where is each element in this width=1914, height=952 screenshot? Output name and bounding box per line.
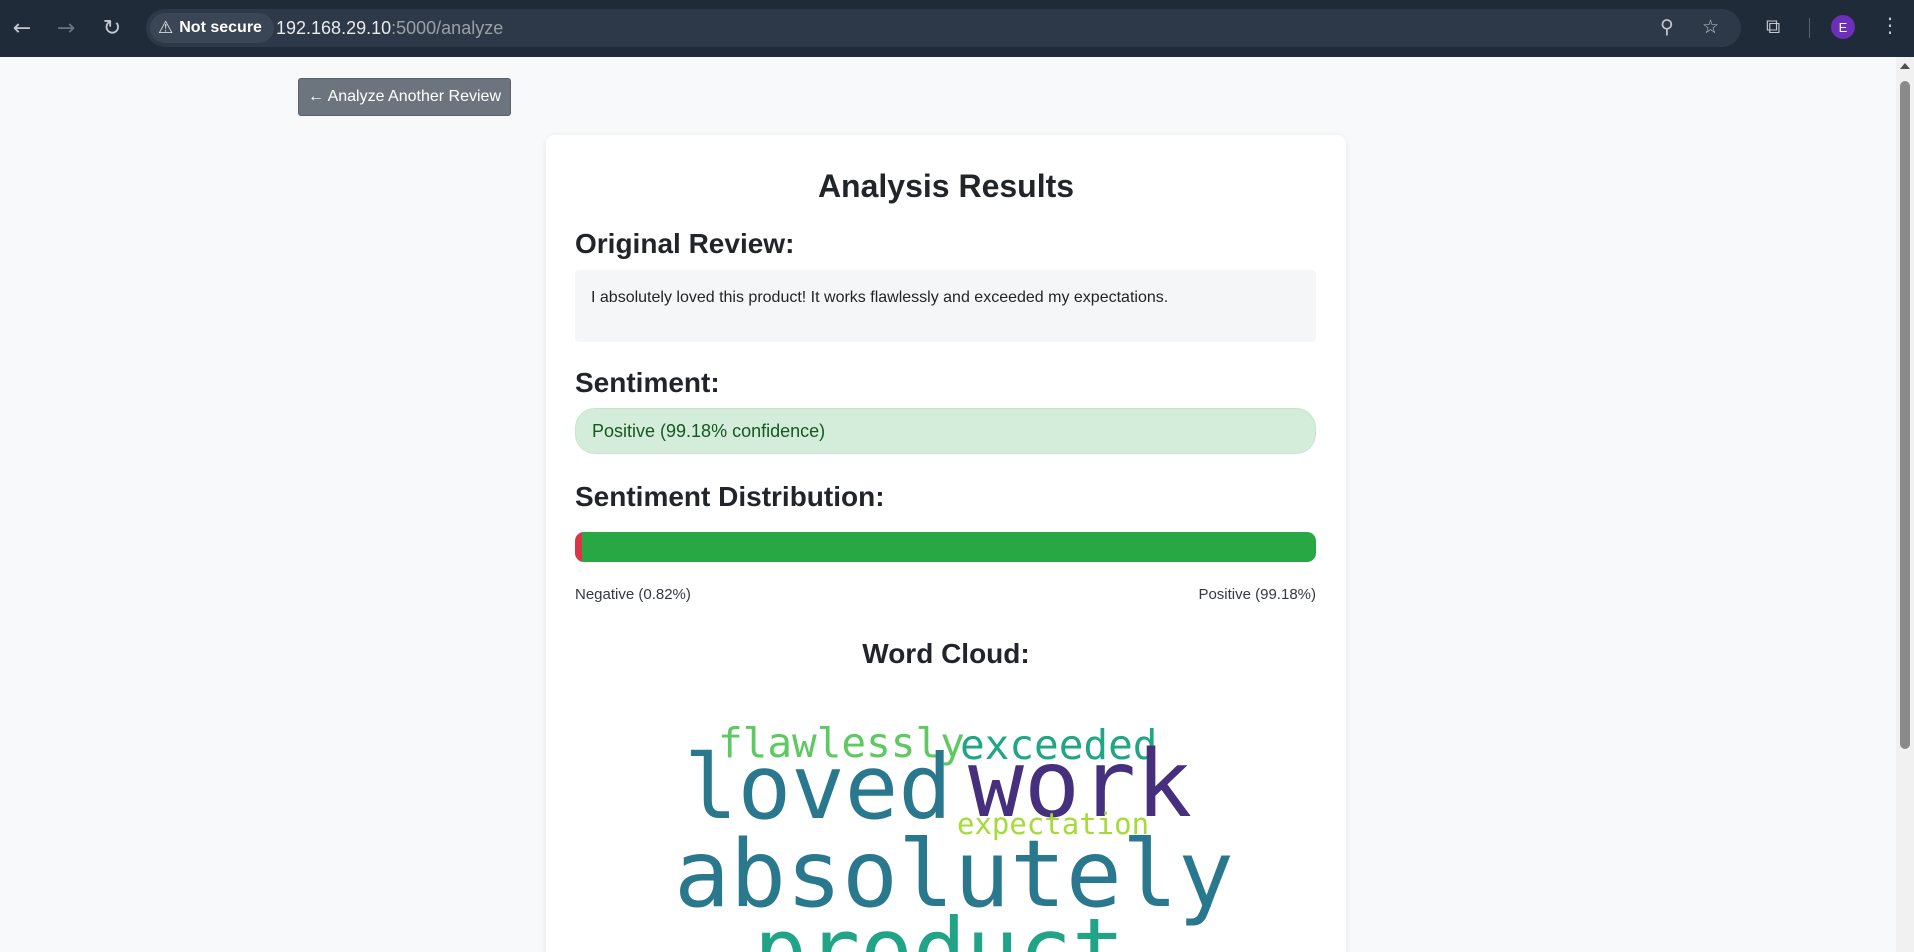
results-card: Analysis Results Original Review: I abso… bbox=[546, 135, 1346, 952]
wordcloud-word: loved bbox=[684, 735, 952, 839]
star-icon[interactable]: ☆ bbox=[1702, 16, 1719, 38]
address-bar[interactable]: ⚠ Not secure 192.168.29.10:5000/analyze … bbox=[146, 9, 1741, 47]
security-chip[interactable]: ⚠ Not secure bbox=[150, 13, 274, 43]
review-text: I absolutely loved this product! It work… bbox=[575, 270, 1316, 342]
security-label: Not secure bbox=[179, 19, 262, 36]
wordcloud-word: exceeded bbox=[960, 721, 1158, 769]
negative-segment bbox=[575, 532, 583, 562]
zoom-icon[interactable]: ⚲ bbox=[1660, 16, 1674, 38]
extensions-icon[interactable]: ⧉ bbox=[1766, 14, 1780, 38]
review-heading: Original Review: bbox=[575, 228, 795, 259]
page-title: Analysis Results bbox=[817, 168, 1075, 204]
menu-icon[interactable]: ⋮ bbox=[1880, 13, 1900, 37]
forward-arrow-icon[interactable]: → bbox=[52, 14, 80, 42]
sentiment-heading: Sentiment: bbox=[575, 367, 720, 398]
toolbar-divider bbox=[1809, 18, 1810, 38]
wordcloud-word: absolutely bbox=[674, 820, 1234, 928]
url-text[interactable]: 192.168.29.10:5000/analyze bbox=[276, 18, 503, 39]
wordcloud-word: flawlessly bbox=[718, 719, 965, 767]
analyze-another-button[interactable]: ← Analyze Another Review bbox=[298, 78, 511, 116]
scroll-thumb[interactable] bbox=[1900, 81, 1910, 749]
sentiment-text: Positive (99.18% confidence) bbox=[592, 420, 826, 441]
negative-label: Negative (0.82%) bbox=[575, 586, 691, 603]
wordcloud-word: expectation bbox=[957, 807, 1150, 841]
reload-icon[interactable]: ↻ bbox=[98, 14, 126, 42]
browser-toolbar: ← → ↻ ⚠ Not secure 192.168.29.10:5000/an… bbox=[0, 0, 1914, 57]
wordcloud-heading: Word Cloud: bbox=[862, 638, 1030, 669]
distribution-heading: Sentiment Distribution: bbox=[575, 481, 885, 512]
wordcloud-word: work bbox=[968, 730, 1192, 838]
wordcloud-word: product bbox=[754, 899, 1125, 952]
url-host: 192.168.29.10 bbox=[276, 18, 392, 38]
sentiment-distribution-bar bbox=[575, 532, 1316, 562]
profile-avatar[interactable]: E bbox=[1831, 15, 1855, 39]
positive-segment bbox=[582, 532, 1316, 562]
back-arrow-icon[interactable]: ← bbox=[8, 14, 36, 42]
warning-icon: ⚠ bbox=[158, 18, 174, 38]
page-scrollbar[interactable] bbox=[1896, 57, 1914, 952]
positive-label: Positive (99.18%) bbox=[1198, 586, 1316, 603]
scroll-up-arrow-icon[interactable] bbox=[1900, 63, 1910, 69]
sentiment-badge: Positive (99.18% confidence) bbox=[575, 408, 1316, 454]
url-path: :5000/analyze bbox=[391, 18, 504, 38]
